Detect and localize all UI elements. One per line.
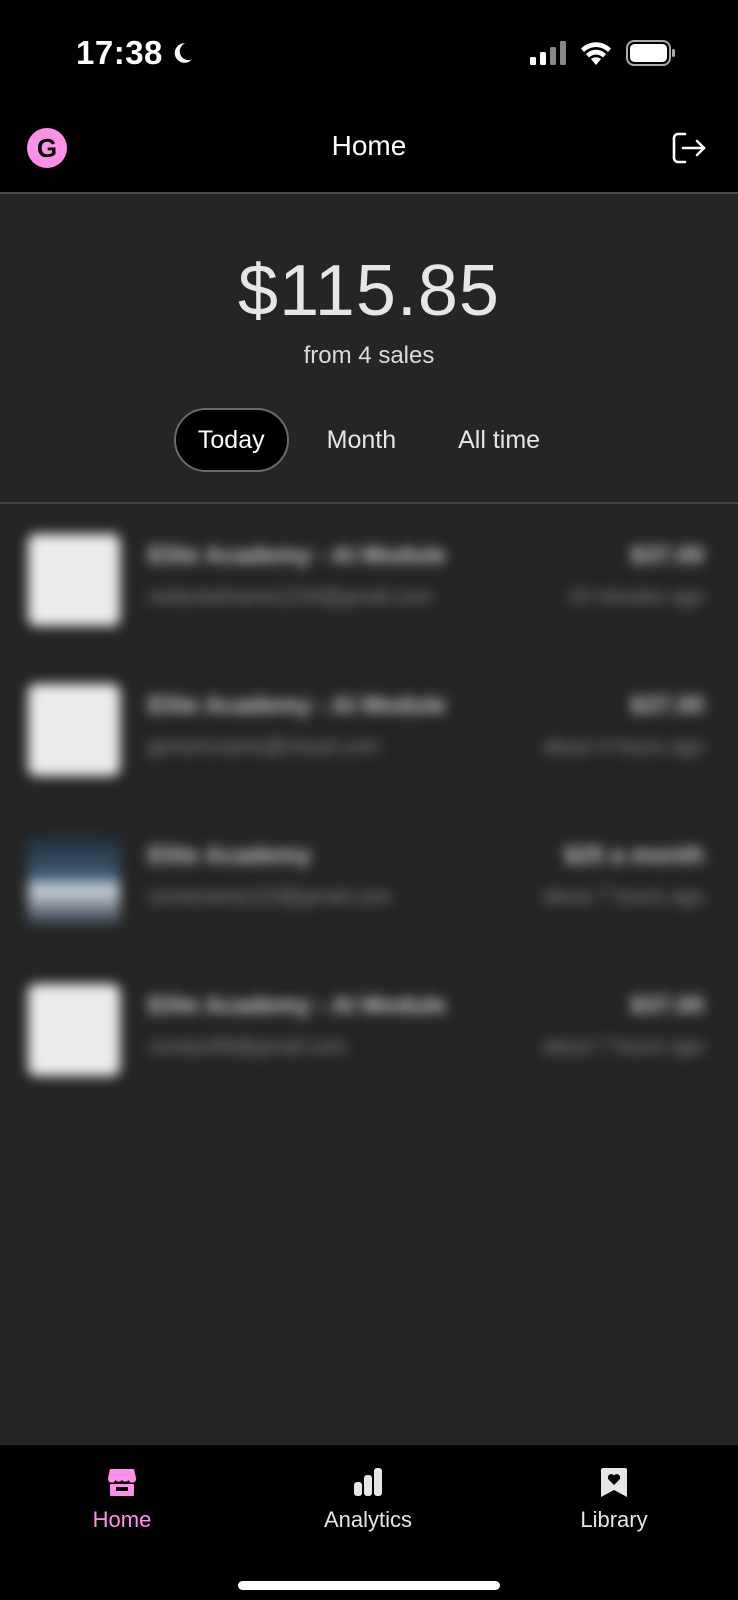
bottom-nav: Home Analytics Library [0,1444,738,1600]
product-thumbnail [28,834,120,926]
total-amount: $115.85 [238,251,500,331]
sale-price: $37.00 [630,542,704,569]
sale-customer-email: somename123@gmail.com [148,886,392,908]
sales-summary: $115.85 from 4 sales Today Month All tim… [0,194,738,504]
nav-home-label: Home [92,1507,152,1532]
page-title: Home [331,130,407,161]
tab-month[interactable]: Month [303,408,420,472]
sale-time: about 7 hours ago [542,886,704,908]
nav-analytics[interactable]: Analytics [288,1465,448,1533]
bookmark-heart-icon [601,1468,627,1497]
sale-time: about 4 hours ago [542,736,704,758]
status-bar: 17:38 [0,0,738,110]
sale-customer-email: redactedname1234@gmail.com [148,586,432,608]
product-thumbnail [28,534,120,626]
sale-product-title: Elite Academy [148,842,312,869]
sale-time: 19 minutes ago [567,586,704,608]
period-tabs: Today Month All time [0,408,738,472]
tab-today[interactable]: Today [173,408,289,472]
sale-price: $25 a month [563,842,704,869]
home-indicator[interactable] [238,1581,500,1590]
sale-price: $37.00 [630,692,704,719]
sale-row[interactable]: Elite Academy - AI Module contact99@gmai… [0,956,738,1106]
sale-customer-email: genericname@icloud.com [148,736,380,758]
nav-home[interactable]: Home [42,1465,202,1533]
status-indicators [530,40,676,66]
sale-price: $37.00 [630,992,704,1019]
sales-count: from 4 sales [303,342,435,369]
sale-product-title: Elite Academy - AI Module [148,992,447,1019]
sales-list: Elite Academy - AI Module redactedname12… [0,506,738,1106]
status-time-group: 17:38 [76,34,195,72]
cellular-signal-icon [530,41,566,65]
moon-icon [174,43,192,63]
status-time: 17:38 [76,34,163,71]
sale-row[interactable]: Elite Academy - AI Module redactedname12… [0,506,738,656]
sale-product-title: Elite Academy - AI Module [148,542,447,569]
product-thumbnail [28,684,120,776]
sale-row[interactable]: Elite Academy somename123@gmail.com $25 … [0,806,738,956]
wifi-icon [581,42,611,65]
main-content: $115.85 from 4 sales Today Month All tim… [0,194,738,1444]
logout-icon[interactable] [668,128,708,168]
bar-chart-icon [354,1468,382,1496]
tab-all-time[interactable]: All time [434,408,564,472]
app-header: G Home [0,110,738,194]
nav-library[interactable]: Library [534,1465,694,1533]
store-icon [108,1469,136,1496]
nav-analytics-label: Analytics [323,1507,413,1532]
nav-library-label: Library [580,1507,648,1532]
sale-time: about 7 hours ago [542,1036,704,1058]
product-thumbnail [28,984,120,1076]
sale-product-title: Elite Academy - AI Module [148,692,447,719]
sale-customer-email: contact99@gmail.com [148,1036,347,1058]
battery-icon [626,40,675,66]
sale-row[interactable]: Elite Academy - AI Module genericname@ic… [0,656,738,806]
